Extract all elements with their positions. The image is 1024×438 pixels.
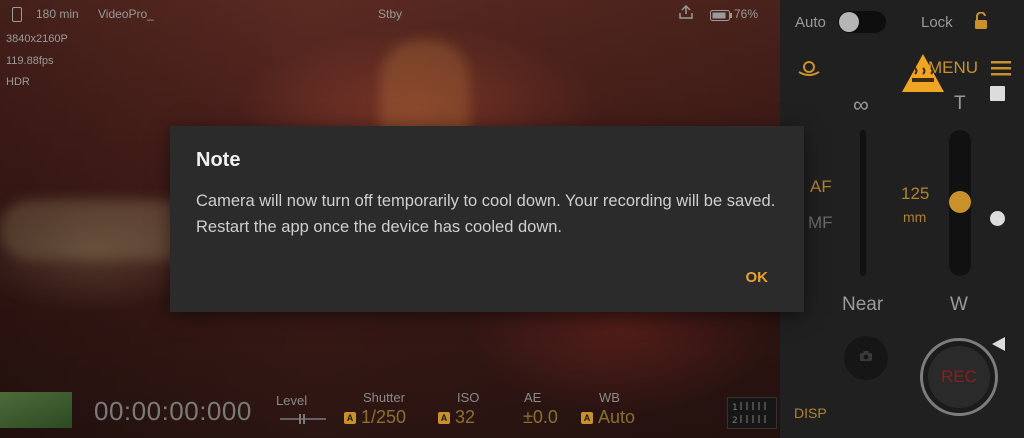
record-button[interactable]: REC bbox=[920, 338, 998, 416]
auto-badge: A bbox=[438, 411, 450, 424]
stop-square-icon[interactable] bbox=[990, 86, 1005, 101]
cooldown-dialog: Note Camera will now turn off temporaril… bbox=[170, 126, 804, 312]
wb-value: Auto bbox=[598, 407, 636, 427]
app-name: VideoPro_ bbox=[98, 7, 154, 21]
play-triangle-icon[interactable] bbox=[990, 336, 1006, 357]
auto-badge: A bbox=[581, 411, 593, 424]
svg-text:2: 2 bbox=[732, 416, 738, 426]
auto-badge: A bbox=[344, 411, 356, 424]
zoom-tele-label: T bbox=[954, 93, 966, 114]
snapshot-button[interactable] bbox=[844, 336, 888, 380]
unlock-icon[interactable] bbox=[973, 11, 989, 35]
dialog-message: Camera will now turn off temporarily to … bbox=[196, 192, 776, 236]
level-gauge-icon bbox=[280, 412, 326, 430]
shutter-label: Shutter bbox=[363, 390, 405, 405]
ok-button[interactable]: OK bbox=[746, 269, 769, 286]
timecode: 00:00:00:000 bbox=[94, 396, 252, 426]
zoom-infinity-label: ∞ bbox=[853, 92, 869, 117]
focal-length-value: 125 bbox=[901, 184, 930, 203]
battery-percent: 76% bbox=[734, 7, 759, 21]
hamburger-menu-icon[interactable] bbox=[991, 60, 1011, 81]
ae-label: AE bbox=[524, 390, 542, 405]
wide-label: W bbox=[950, 294, 968, 315]
toggle-knob bbox=[839, 12, 859, 32]
overheat-warning-icon bbox=[900, 52, 946, 99]
mf-button[interactable]: MF bbox=[808, 213, 833, 233]
side-dot-icon[interactable] bbox=[990, 211, 1005, 226]
fps-label: 119.88fps bbox=[6, 55, 54, 67]
export-icon[interactable] bbox=[678, 4, 694, 24]
phone-icon bbox=[12, 7, 22, 22]
lock-label: Lock bbox=[921, 14, 953, 31]
near-label: Near bbox=[842, 294, 884, 315]
iso-control[interactable]: A 32 bbox=[438, 407, 475, 428]
hdr-label: HDR bbox=[6, 76, 30, 88]
standby-status: Stby bbox=[378, 7, 403, 21]
ae-control[interactable]: ±0.0 bbox=[523, 407, 558, 428]
camera-icon bbox=[859, 349, 873, 367]
thumbnail-preview[interactable] bbox=[0, 392, 72, 428]
af-button[interactable]: AF bbox=[810, 177, 832, 197]
level-label: Level bbox=[276, 393, 308, 408]
battery-icon bbox=[710, 8, 732, 26]
focus-track[interactable] bbox=[860, 130, 866, 276]
wb-control[interactable]: A Auto bbox=[581, 407, 635, 428]
svg-text:1: 1 bbox=[732, 403, 738, 413]
auto-label: Auto bbox=[795, 14, 826, 31]
auto-toggle[interactable] bbox=[838, 11, 886, 33]
camera-switch-icon[interactable] bbox=[797, 58, 821, 83]
wb-label: WB bbox=[599, 390, 620, 405]
record-time: 180 min bbox=[36, 7, 79, 21]
audio-meter-icon: 12 bbox=[727, 397, 777, 434]
ae-value: ±0.0 bbox=[523, 407, 558, 427]
zoom-slider-thumb[interactable] bbox=[949, 191, 971, 213]
dialog-title: Note bbox=[196, 149, 241, 171]
iso-label: ISO bbox=[457, 390, 480, 405]
resolution-label: 3840x2160P bbox=[6, 33, 68, 45]
focal-length-unit: mm bbox=[903, 209, 927, 225]
disp-button[interactable]: DISP bbox=[794, 405, 827, 421]
rec-label: REC bbox=[928, 346, 990, 408]
shutter-value: 1/250 bbox=[361, 407, 407, 427]
shutter-control[interactable]: A 1/250 bbox=[344, 407, 406, 428]
iso-value: 32 bbox=[455, 407, 476, 427]
